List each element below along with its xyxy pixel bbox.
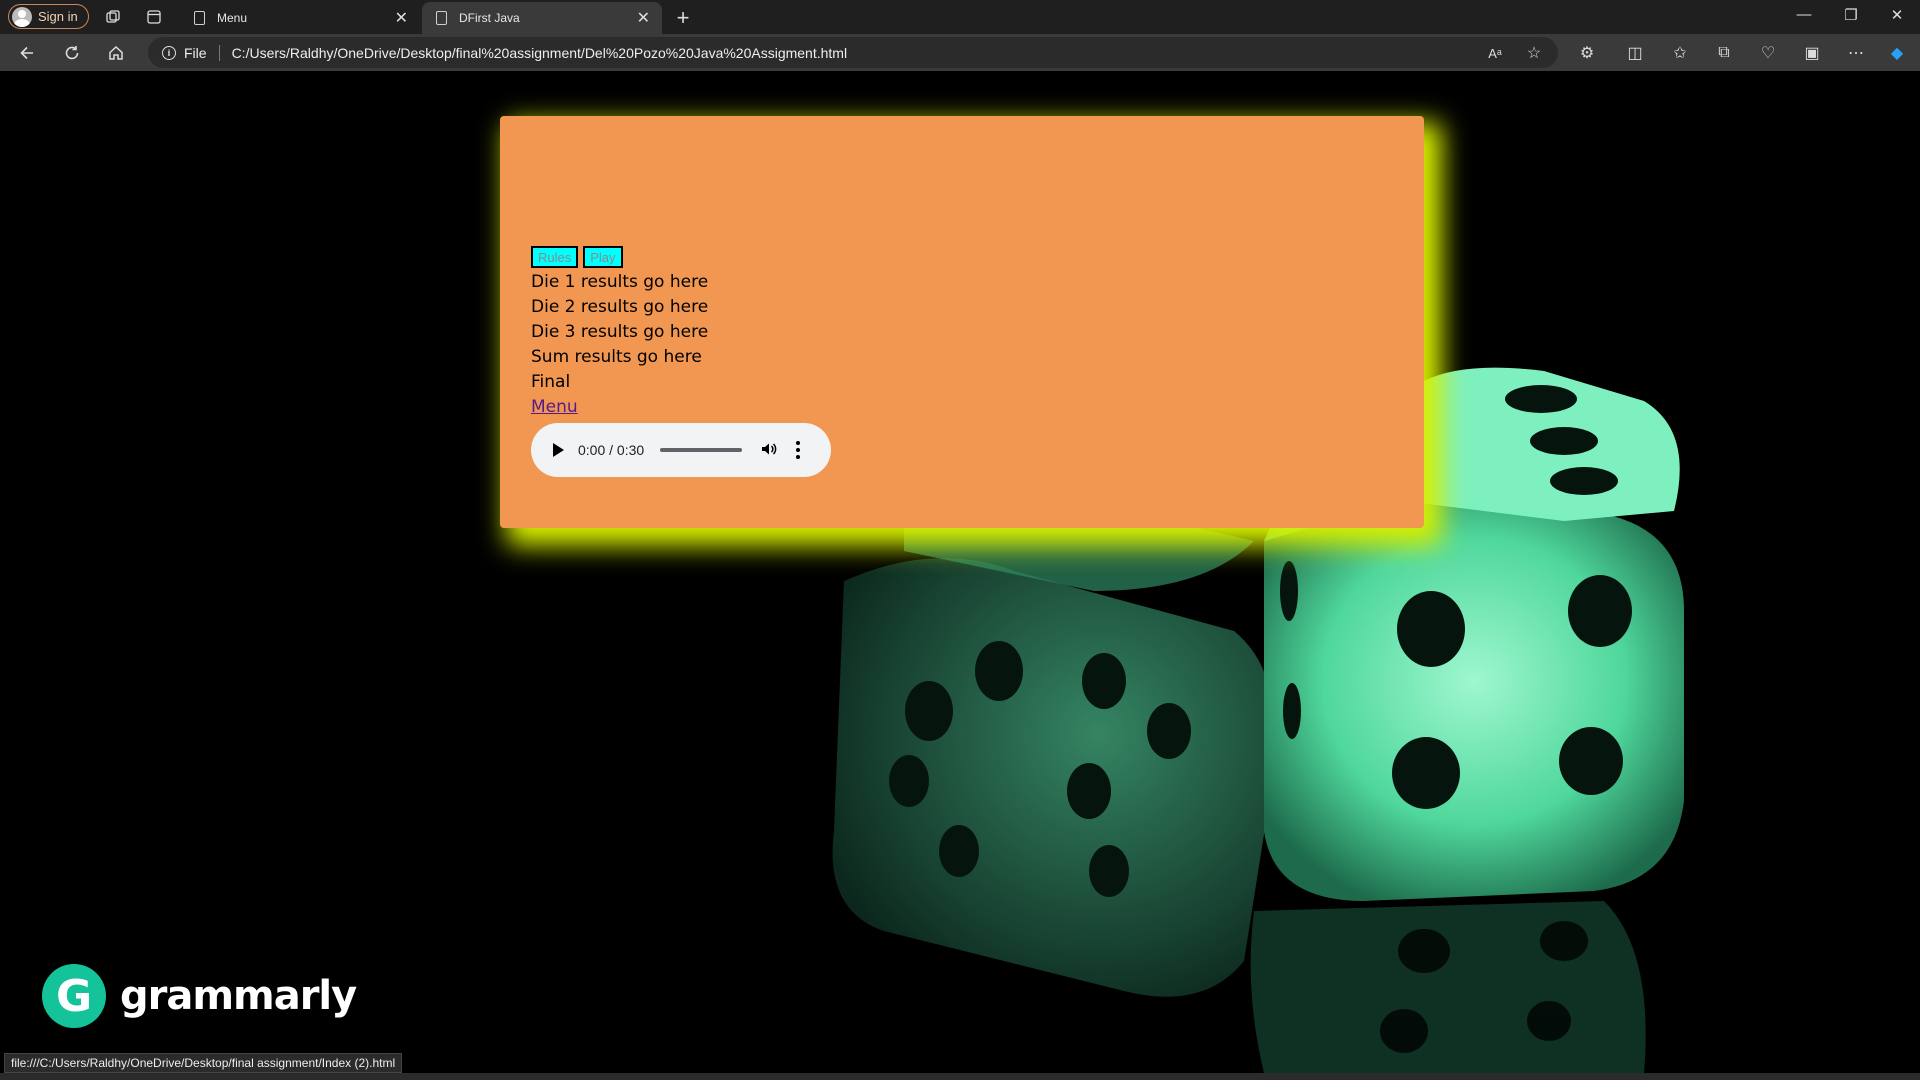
rules-button[interactable]: Rules: [531, 246, 579, 268]
button-row: Rules Play: [531, 246, 1424, 268]
info-icon[interactable]: i: [162, 45, 176, 60]
page-icon: [436, 11, 447, 25]
play-icon[interactable]: [553, 443, 564, 457]
grammarly-watermark: G grammarly: [42, 964, 357, 1028]
die1-result: Die 1 results go here: [531, 272, 709, 292]
close-tab-icon[interactable]: ✕: [637, 8, 650, 28]
die2-result: Die 2 results go here: [531, 297, 709, 317]
grammarly-wordmark: grammarly: [120, 973, 357, 1019]
tab-title: Menu: [217, 11, 248, 25]
browser-essentials-icon[interactable]: ♡: [1758, 43, 1778, 63]
tab-menu[interactable]: Menu ✕: [180, 2, 420, 34]
file-label: File: [184, 44, 207, 61]
url-text[interactable]: C:/Users/Raldhy/OneDrive/Desktop/final%2…: [232, 45, 848, 61]
status-url: file:///C:/Users/Raldhy/OneDrive/Desktop…: [4, 1053, 403, 1073]
tab-actions-icon[interactable]: [143, 6, 165, 28]
tab-strip: Sign in Menu ✕ DFirst Java ✕ + — ❐ ✕: [0, 0, 1920, 34]
volume-icon[interactable]: [760, 440, 778, 461]
favorite-star-icon[interactable]: ☆: [1524, 43, 1544, 63]
window-bottom-edge: [0, 1073, 1920, 1080]
close-tab-icon[interactable]: ✕: [395, 8, 408, 28]
avatar-icon: [12, 6, 32, 27]
close-window-icon[interactable]: ✕: [1886, 6, 1908, 24]
divider: [218, 44, 220, 61]
read-aloud-icon[interactable]: Aᵃ: [1485, 43, 1505, 63]
audio-time: 0:00 / 0:30: [578, 442, 645, 458]
final-result: Final: [531, 372, 571, 392]
profile-button[interactable]: Sign in: [8, 4, 89, 29]
restore-icon[interactable]: ❐: [1840, 6, 1862, 24]
audio-progress-slider[interactable]: [660, 448, 743, 452]
play-button[interactable]: Play: [583, 246, 623, 268]
minimize-icon[interactable]: —: [1793, 6, 1815, 23]
copilot-icon[interactable]: ◆: [1887, 43, 1907, 63]
profile-label: Sign in: [38, 9, 78, 24]
address-toolbar: i File C:/Users/Raldhy/OneDrive/Desktop/…: [0, 34, 1920, 71]
new-tab-icon[interactable]: +: [672, 5, 694, 31]
extensions-icon[interactable]: ⚙: [1577, 43, 1597, 63]
tab-dfirst-java[interactable]: DFirst Java ✕: [422, 2, 662, 34]
page-icon: [194, 11, 205, 25]
split-screen-icon[interactable]: ◫: [1625, 43, 1645, 63]
more-options-icon[interactable]: ⋯: [1846, 43, 1866, 63]
grammarly-logo-icon: G: [42, 964, 106, 1028]
menu-link[interactable]: Menu: [531, 397, 578, 417]
address-bar[interactable]: i File C:/Users/Raldhy/OneDrive/Desktop/…: [148, 37, 1558, 68]
home-icon[interactable]: [105, 42, 127, 64]
audio-player[interactable]: 0:00 / 0:30: [531, 423, 831, 477]
game-card: Rules Play Die 1 results go here Die 2 r…: [500, 116, 1424, 528]
page-viewport: Rules Play Die 1 results go here Die 2 r…: [4, 71, 1916, 1073]
workspaces-icon[interactable]: [102, 6, 124, 28]
die3-result: Die 3 results go here: [531, 322, 709, 342]
back-icon[interactable]: [16, 42, 38, 64]
refresh-icon[interactable]: [61, 42, 83, 64]
sidebar-icon[interactable]: ▣: [1802, 43, 1822, 63]
tab-title: DFirst Java: [459, 11, 520, 25]
favorites-icon[interactable]: ✩: [1670, 43, 1690, 63]
sum-result: Sum results go here: [531, 347, 702, 367]
collections-icon[interactable]: ⧉: [1714, 43, 1734, 63]
more-vert-icon[interactable]: [796, 441, 801, 459]
